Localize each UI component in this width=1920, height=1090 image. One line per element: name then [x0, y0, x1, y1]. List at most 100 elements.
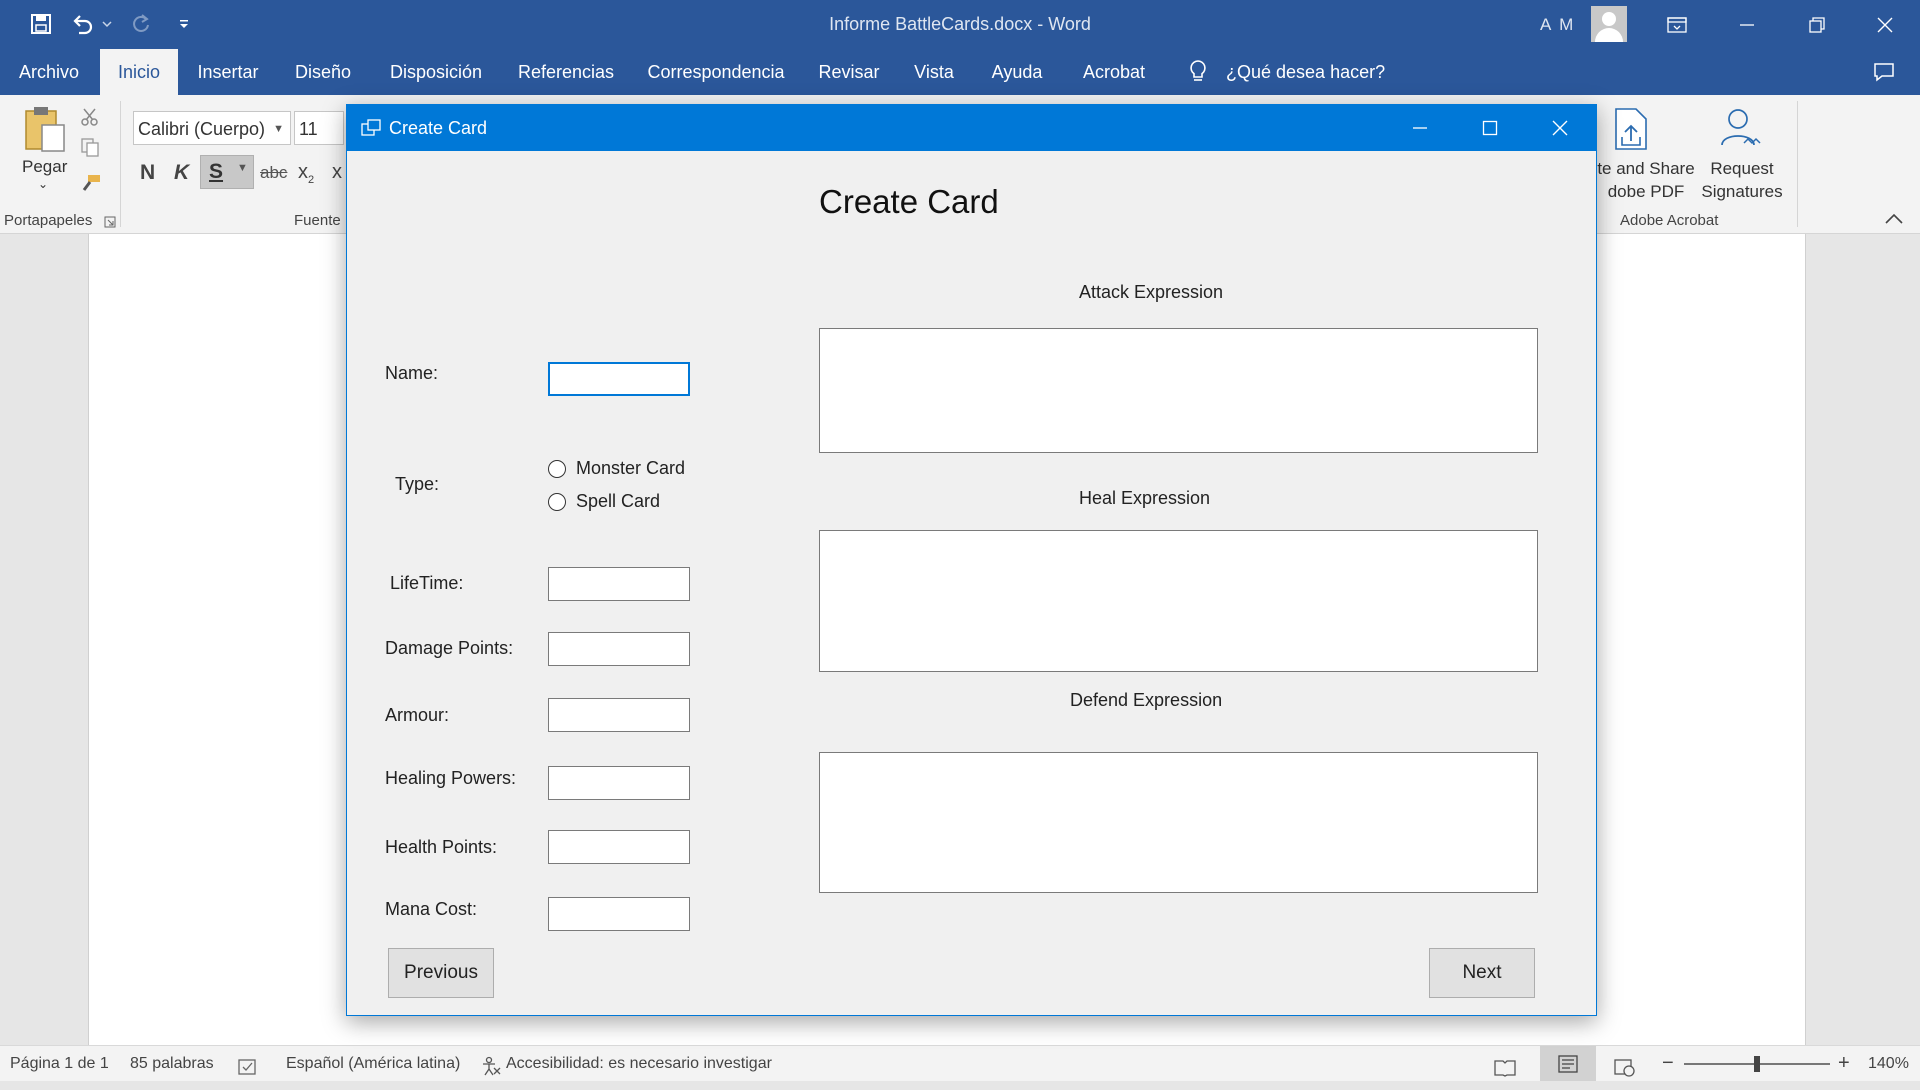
heal-expression-textarea[interactable] — [819, 530, 1538, 672]
word-count[interactable]: 85 palabras — [130, 1046, 214, 1081]
dialog-maximize-icon[interactable] — [1455, 105, 1525, 151]
ribbon-display-options-icon[interactable] — [1642, 0, 1712, 49]
acrobat-group-label: Adobe Acrobat — [1620, 212, 1719, 229]
superscript-button[interactable]: x — [332, 161, 342, 184]
mana-cost-input[interactable] — [548, 897, 690, 931]
language-indicator[interactable]: Español (América latina) — [286, 1046, 460, 1081]
font-size-combo[interactable]: 11 — [294, 111, 344, 145]
tab-revisar[interactable]: Revisar — [812, 49, 886, 95]
defend-expression-textarea[interactable] — [819, 752, 1538, 893]
save-icon[interactable] — [28, 10, 54, 38]
underline-glyph: S — [209, 160, 224, 183]
clipboard-launcher-icon[interactable] — [104, 215, 116, 233]
tab-disposicion[interactable]: Disposición — [378, 49, 494, 95]
share-pdf-line1: te and Share — [1597, 159, 1695, 178]
close-window-icon[interactable] — [1850, 0, 1920, 49]
armour-input[interactable] — [548, 698, 690, 732]
paste-icon[interactable] — [20, 105, 68, 155]
strikethrough-button[interactable]: abc — [260, 163, 287, 183]
healing-powers-label: Healing Powers: — [385, 768, 517, 788]
request-signatures-icon[interactable] — [1718, 105, 1766, 156]
accessibility-status[interactable]: Accesibilidad: es necesario investigar — [506, 1046, 772, 1081]
subscript-button[interactable]: x2 — [298, 161, 314, 186]
name-input[interactable] — [548, 362, 690, 396]
page-count[interactable]: Página 1 de 1 — [10, 1046, 109, 1081]
healing-powers-input[interactable] — [548, 766, 690, 800]
dialog-minimize-icon[interactable] — [1385, 105, 1455, 151]
damage-points-label: Damage Points: — [385, 638, 514, 658]
type-label: Type: — [395, 474, 440, 494]
previous-button[interactable]: Previous — [388, 948, 494, 998]
font-name-combo[interactable]: Calibri (Cuerpo) ▼ — [133, 111, 291, 145]
zoom-level[interactable]: 140% — [1868, 1046, 1909, 1081]
dialog-heading: Create Card — [819, 183, 999, 220]
tab-inicio[interactable]: Inicio — [100, 49, 178, 95]
create-card-dialog: Create Card Create Card Name: Type: Mons… — [346, 104, 1597, 1016]
health-points-input[interactable] — [548, 830, 690, 864]
spell-card-radio[interactable]: Spell Card — [548, 491, 660, 512]
zoom-slider-track[interactable] — [1684, 1056, 1830, 1072]
tab-vista[interactable]: Vista — [904, 49, 964, 95]
tab-acrobat[interactable]: Acrobat — [1072, 49, 1156, 95]
lifetime-input[interactable] — [548, 567, 690, 601]
web-layout-icon[interactable] — [1614, 1055, 1636, 1077]
underline-button[interactable]: S ▼ — [200, 155, 254, 189]
chevron-down-icon[interactable]: ▼ — [237, 162, 248, 174]
tab-correspondencia[interactable]: Correspondencia — [636, 49, 796, 95]
customize-qat-icon[interactable] — [174, 10, 194, 38]
status-bar: Página 1 de 1 85 palabras Español (Améri… — [0, 1045, 1920, 1081]
cut-icon[interactable] — [80, 107, 100, 132]
lifetime-label: LifeTime: — [390, 573, 464, 593]
attack-expression-textarea[interactable] — [819, 328, 1538, 453]
chevron-down-icon[interactable]: ▼ — [273, 112, 284, 146]
radio-circle[interactable] — [548, 492, 566, 511]
monster-card-radio[interactable]: Monster Card — [548, 458, 685, 479]
zoom-slider-thumb[interactable] — [1754, 1056, 1760, 1072]
damage-points-input[interactable] — [548, 632, 690, 666]
user-initials[interactable]: A M — [1540, 0, 1575, 49]
undo-icon[interactable] — [70, 10, 96, 38]
request-signatures-button[interactable]: Request Signatures — [1692, 157, 1792, 203]
font-size-value: 11 — [299, 119, 318, 139]
format-painter-icon[interactable] — [80, 173, 102, 198]
paste-dropdown-icon[interactable]: ⌄ — [38, 177, 48, 191]
copy-icon[interactable] — [80, 137, 100, 162]
request-sign-line1: Request — [1710, 159, 1774, 178]
tab-ayuda[interactable]: Ayuda — [982, 49, 1052, 95]
form-window-icon — [361, 119, 381, 142]
lightbulb-icon[interactable] — [1178, 49, 1218, 95]
radio-circle[interactable] — [548, 459, 566, 478]
read-mode-icon[interactable] — [1494, 1055, 1516, 1077]
tab-referencias[interactable]: Referencias — [512, 49, 620, 95]
comments-icon[interactable] — [1864, 49, 1904, 95]
heal-expression-label: Heal Expression — [1079, 488, 1211, 508]
word-title-bar: Informe BattleCards.docx - Word A M — [0, 0, 1920, 49]
ribbon-divider — [1797, 101, 1798, 227]
accessibility-icon[interactable] — [480, 1054, 502, 1076]
tell-me-search[interactable]: ¿Qué desea hacer? — [1226, 49, 1385, 95]
restore-window-icon[interactable] — [1782, 0, 1852, 49]
avatar[interactable] — [1591, 6, 1627, 42]
create-share-pdf-icon[interactable] — [1612, 107, 1650, 156]
paste-button[interactable]: Pegar — [22, 157, 67, 177]
request-sign-line2: Signatures — [1701, 182, 1783, 201]
undo-dropdown-icon[interactable] — [100, 10, 114, 38]
tab-insertar[interactable]: Insertar — [187, 49, 269, 95]
create-share-pdf-button[interactable]: te and Share dobe PDF — [1596, 157, 1696, 203]
zoom-in-button[interactable]: + — [1838, 1046, 1850, 1081]
proofing-icon[interactable] — [238, 1055, 258, 1075]
print-layout-view[interactable] — [1540, 1046, 1596, 1081]
collapse-ribbon-icon[interactable] — [1884, 211, 1904, 230]
bold-button[interactable]: N — [140, 161, 155, 185]
tab-diseno[interactable]: Diseño — [285, 49, 361, 95]
zoom-out-button[interactable]: − — [1662, 1046, 1674, 1081]
next-button[interactable]: Next — [1429, 948, 1535, 998]
subscript-glyph: x — [298, 161, 308, 183]
italic-button[interactable]: K — [174, 161, 189, 185]
minimize-window-icon[interactable] — [1712, 0, 1782, 49]
tab-archivo[interactable]: Archivo — [0, 49, 98, 95]
redo-icon[interactable] — [128, 10, 154, 38]
dialog-close-icon[interactable] — [1525, 105, 1595, 151]
dialog-title-bar[interactable]: Create Card — [347, 105, 1596, 151]
document-title: Informe BattleCards.docx - Word — [829, 14, 1091, 34]
